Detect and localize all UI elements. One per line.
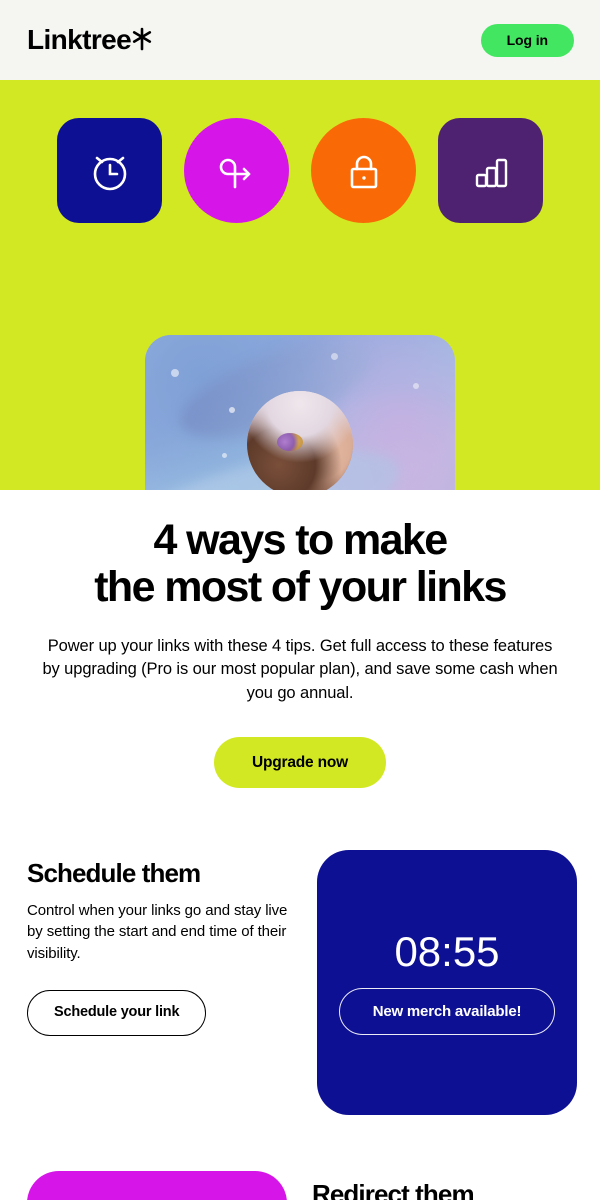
decorative-dot: [171, 369, 179, 377]
feature-redirect-title: Redirect them: [312, 1178, 475, 1200]
redirect-arrow-icon: [211, 145, 263, 197]
intro-body-text: Power up your links with these 4 tips. G…: [42, 636, 558, 702]
icon-tile-lock[interactable]: [311, 118, 416, 223]
feature-schedule-text: Schedule them Control when your links go…: [27, 850, 292, 1036]
logo-wordmark: Linktree: [27, 24, 132, 55]
headline-line-2: the most of your links: [94, 562, 507, 611]
upgrade-now-button[interactable]: Upgrade now: [214, 736, 386, 788]
schedule-your-link-button[interactable]: Schedule your link: [27, 989, 207, 1036]
decorative-dot: [222, 453, 227, 458]
login-button[interactable]: Log in: [480, 23, 574, 57]
profile-preview-card[interactable]: Ariel J Singer-songwriter: [145, 335, 455, 490]
page-root: Linktree Log in 4 ways to make the most …: [0, 0, 600, 1200]
feature-icon-row: [0, 80, 600, 223]
bar-chart-icon: [465, 145, 517, 197]
clock-time-display: 08:55: [394, 927, 500, 975]
page-title: 4 ways to make the most of your links: [28, 517, 572, 611]
decorative-dot: [229, 407, 235, 413]
feature-redirect: Redirect them Forget about swapping out …: [0, 1170, 600, 1200]
icon-tile-analytics[interactable]: [438, 118, 543, 223]
linktree-logo[interactable]: Linktree: [27, 26, 152, 54]
decorative-dot: [413, 383, 419, 389]
redirect-preview-card: [27, 1170, 287, 1200]
icon-tile-schedule[interactable]: [57, 118, 162, 223]
icon-tile-redirect[interactable]: [184, 118, 289, 223]
feature-schedule-body: Control when your links go and stay live…: [27, 901, 288, 963]
hero-section: Ariel J Singer-songwriter: [0, 80, 600, 490]
alarm-clock-icon: [84, 145, 136, 197]
schedule-preview-card: 08:55 New merch available!: [317, 849, 577, 1115]
asterisk-star-icon: [132, 27, 152, 51]
upgrade-cta-wrapper: Upgrade now: [28, 736, 572, 788]
site-header: Linktree Log in: [0, 0, 600, 80]
feature-redirect-text: Redirect them Forget about swapping out …: [312, 1171, 577, 1200]
intro-section: 4 ways to make the most of your links Po…: [0, 490, 600, 788]
avatar: [247, 391, 353, 490]
decorative-dot: [331, 353, 338, 360]
preview-link-button[interactable]: New merch available!: [339, 987, 555, 1035]
feature-schedule: Schedule them Control when your links go…: [0, 849, 600, 1115]
lock-icon: [338, 145, 390, 197]
butterfly-decoration-icon: [277, 433, 303, 451]
headline-line-1: 4 ways to make: [153, 516, 448, 564]
feature-schedule-title: Schedule them: [27, 857, 201, 888]
